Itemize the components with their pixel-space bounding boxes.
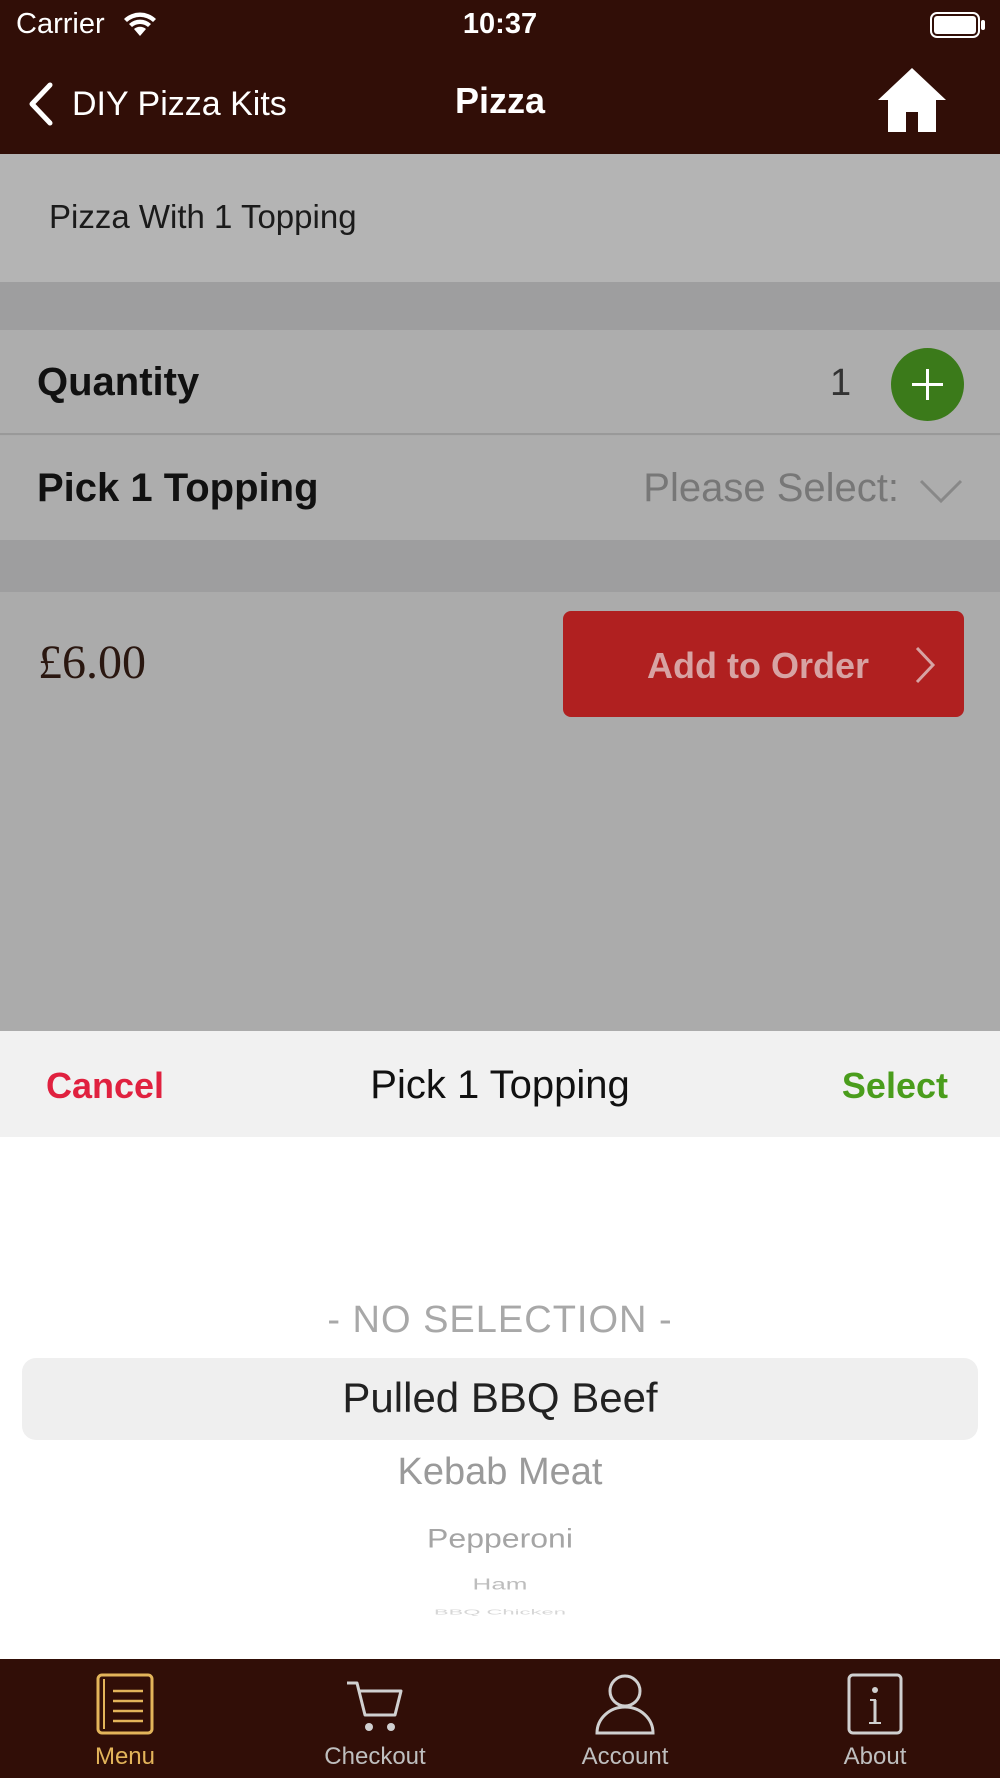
tab-label: Checkout xyxy=(324,1743,426,1770)
tab-label: About xyxy=(843,1743,907,1770)
section-divider xyxy=(0,282,1000,330)
item-description-row: Pizza With 1 Topping xyxy=(0,154,1000,282)
add-to-order-button[interactable]: Add to Order xyxy=(563,611,964,717)
picker-option[interactable]: BBQ Chicken xyxy=(0,1607,1000,1616)
increase-quantity-button[interactable] xyxy=(891,348,964,421)
tab-checkout[interactable]: Checkout xyxy=(250,1659,500,1778)
user-icon xyxy=(595,1674,655,1735)
picker-option[interactable]: Pepperoni xyxy=(0,1523,1000,1554)
picker-toolbar: Cancel Pick 1 Topping Select xyxy=(0,1031,1000,1137)
add-to-order-label: Add to Order xyxy=(647,645,869,686)
quantity-label: Quantity xyxy=(37,360,200,404)
plus-icon xyxy=(912,369,943,400)
select-button[interactable]: Select xyxy=(842,1065,948,1107)
topping-placeholder: Please Select: xyxy=(643,466,899,510)
page-title: Pizza xyxy=(454,80,546,121)
battery-icon xyxy=(930,12,985,38)
section-divider xyxy=(0,540,1000,592)
menu-icon xyxy=(96,1673,154,1735)
info-icon xyxy=(847,1673,903,1735)
tab-bar: Menu Checkout Account About xyxy=(0,1659,1000,1778)
item-description: Pizza With 1 Topping xyxy=(49,198,357,235)
chevron-down-icon xyxy=(919,479,963,504)
picker-option[interactable]: Kebab Meat xyxy=(0,1451,1000,1494)
tab-menu[interactable]: Menu xyxy=(0,1659,250,1778)
quantity-row: Quantity 1 xyxy=(0,330,1000,435)
status-time: 10:37 xyxy=(462,8,538,40)
picker-option[interactable]: Ham xyxy=(0,1575,1000,1594)
cart-icon xyxy=(347,1681,403,1731)
topping-picker[interactable]: - NO SELECTION - Pulled BBQ Beef Kebab M… xyxy=(0,1137,1000,1659)
chevron-right-icon xyxy=(915,646,936,684)
tab-about[interactable]: About xyxy=(750,1659,1000,1778)
tab-account[interactable]: Account xyxy=(500,1659,750,1778)
topping-row[interactable]: Pick 1 Topping Please Select: xyxy=(0,436,1000,540)
topping-label: Pick 1 Topping xyxy=(37,466,319,510)
picker-option[interactable]: - NO SELECTION - xyxy=(0,1299,1000,1342)
header: Carrier 10:37 DIY Pizza Kits Pizza xyxy=(0,0,1000,154)
item-price: £6.00 xyxy=(38,636,146,689)
tab-label: Account xyxy=(581,1743,669,1770)
quantity-value: 1 xyxy=(830,362,852,404)
status-bar: Carrier 10:37 xyxy=(0,0,1000,50)
home-icon[interactable] xyxy=(876,66,948,134)
picker-option-selected[interactable]: Pulled BBQ Beef xyxy=(0,1374,1000,1422)
tab-label: Menu xyxy=(94,1743,156,1770)
